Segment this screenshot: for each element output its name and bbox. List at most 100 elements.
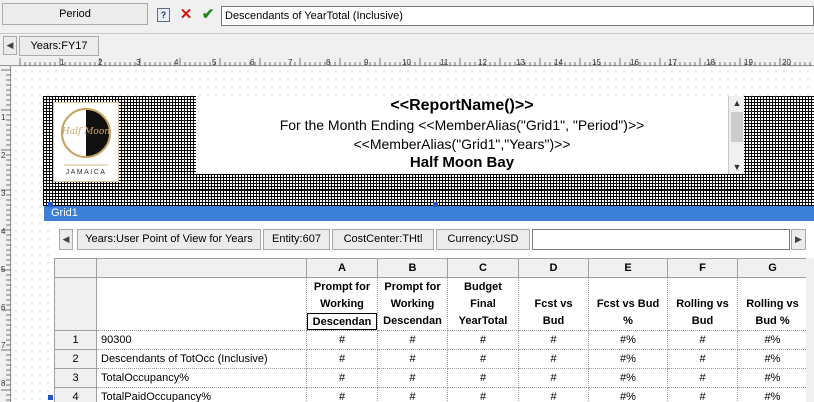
data-cell[interactable]: #% [588, 368, 668, 388]
formula-input[interactable] [221, 6, 814, 26]
column-heading-line: % [623, 315, 633, 327]
checkmark-icon[interactable]: ✔ [200, 5, 216, 25]
data-cell[interactable]: # [377, 368, 448, 388]
cancel-x-icon[interactable]: ✕ [178, 5, 194, 25]
row-label-cell[interactable]: 90300 [96, 330, 307, 350]
grid-corner[interactable] [54, 258, 97, 278]
data-cell[interactable]: # [306, 349, 378, 369]
company-logo[interactable]: Half Moon JAMAICA [53, 102, 119, 182]
row-label-column-header[interactable] [96, 258, 307, 278]
grid-pov-currency-button[interactable]: Currency:USD [436, 229, 530, 250]
column-header-e[interactable]: E [588, 258, 668, 278]
cell-name-box[interactable]: Period [2, 3, 148, 25]
data-cell[interactable]: # [667, 349, 738, 369]
data-cell[interactable]: # [518, 387, 589, 402]
header-text-scrollbar[interactable]: ▲ ▼ [728, 96, 744, 174]
data-cell[interactable]: # [447, 387, 519, 402]
column-heading-line: Prompt for [313, 281, 371, 293]
row-number-header[interactable]: 4 [54, 387, 97, 402]
data-cell[interactable]: # [667, 368, 738, 388]
grid-vertical-scrollbar[interactable] [806, 258, 814, 402]
grid-hatch-frame [43, 190, 814, 206]
column-heading-line: Budget [464, 281, 502, 293]
data-cell[interactable]: #% [737, 387, 808, 402]
selection-handle[interactable] [48, 395, 53, 400]
vertical-ruler-number: 6 [1, 303, 6, 312]
row-number-header[interactable]: 3 [54, 368, 97, 388]
grid-pov-scroll-left-icon[interactable]: ◀ [59, 229, 73, 250]
ruler-number: 6 [250, 58, 255, 66]
data-cell[interactable]: # [518, 330, 589, 350]
column-header-a[interactable]: A [306, 258, 378, 278]
column-heading-g[interactable]: Rolling vs Bud % [737, 277, 808, 331]
ruler-number: 12 [478, 58, 487, 66]
row-label-cell[interactable]: TotalOccupancy% [96, 368, 307, 388]
data-cell[interactable]: #% [737, 368, 808, 388]
column-heading-line [590, 279, 667, 296]
row-label-cell[interactable]: Descendants of TotOcc (Inclusive) [96, 349, 307, 369]
ruler-number: 4 [174, 58, 179, 66]
selection-handle[interactable] [48, 202, 53, 207]
scroll-thumb[interactable] [731, 112, 743, 142]
data-cell[interactable]: # [447, 349, 519, 369]
pov-scroll-left-icon[interactable]: ◀ [3, 36, 17, 55]
column-heading-b[interactable]: Prompt for Working Descendan [377, 277, 448, 331]
column-heading-line: Descendan [383, 315, 442, 327]
data-cell[interactable]: #% [737, 349, 808, 369]
data-cell[interactable]: #% [588, 349, 668, 369]
column-header-d[interactable]: D [518, 258, 589, 278]
data-cell[interactable]: # [306, 387, 378, 402]
ruler-number: 5 [212, 58, 217, 66]
scroll-up-icon[interactable]: ▲ [729, 96, 745, 110]
column-header-c[interactable]: C [447, 258, 519, 278]
vertical-ruler-number: 1 [1, 113, 6, 122]
column-header-g[interactable]: G [737, 258, 808, 278]
row-label-cell[interactable]: TotalPaidOccupancy% [96, 387, 307, 402]
ruler-number: 17 [668, 58, 677, 66]
data-cell[interactable]: # [377, 387, 448, 402]
grid-pov-scroll-right-icon[interactable]: ▶ [791, 229, 806, 250]
table-row: 3 TotalOccupancy% # # # # #% # #% [54, 368, 808, 388]
help-icon[interactable]: ? [157, 8, 170, 22]
vertical-ruler-number: 8 [1, 379, 6, 388]
row-number-header[interactable]: 2 [54, 349, 97, 369]
vertical-ruler-ticks: 1 2 3 4 5 6 7 8 [1, 69, 11, 401]
data-cell[interactable]: # [377, 330, 448, 350]
grid-pov-years-button[interactable]: Years:User Point of View for Years [77, 229, 261, 250]
header-text-box[interactable]: <<ReportName()>> For the Month Ending <<… [196, 96, 728, 174]
grid-pov-empty-field[interactable] [532, 229, 790, 250]
heading-row-label-cell[interactable] [96, 277, 307, 331]
selection-handle[interactable] [433, 202, 438, 207]
column-heading-c[interactable]: Budget Final YearTotal [447, 277, 519, 331]
grid-title-bar[interactable]: Grid1 [44, 206, 814, 221]
data-cell[interactable]: # [667, 330, 738, 350]
column-heading-line: Final [470, 298, 496, 310]
ruler-number: 15 [592, 58, 601, 66]
column-heading-e[interactable]: Fcst vs Bud% [588, 277, 668, 331]
column-heading-f[interactable]: Rolling vs Bud [667, 277, 738, 331]
grid-pov-costcenter-button[interactable]: CostCenter:THtl [332, 229, 434, 250]
data-cell[interactable]: # [667, 387, 738, 402]
month-ending-line: For the Month Ending <<MemberAlias("Grid… [279, 117, 645, 133]
data-cell[interactable]: # [306, 368, 378, 388]
data-cell[interactable]: # [518, 368, 589, 388]
column-header-b[interactable]: B [377, 258, 448, 278]
data-cell[interactable]: # [377, 349, 448, 369]
heading-row-corner[interactable] [54, 277, 97, 331]
scroll-down-icon[interactable]: ▼ [729, 160, 745, 174]
data-cell[interactable]: # [518, 349, 589, 369]
data-cell[interactable]: # [447, 330, 519, 350]
data-cell[interactable]: # [306, 330, 378, 350]
column-heading-a[interactable]: Prompt for Working Descendan [306, 277, 378, 331]
row-number-header[interactable]: 1 [54, 330, 97, 350]
column-heading-d[interactable]: Fcst vs Bud [518, 277, 589, 331]
column-header-f[interactable]: F [667, 258, 738, 278]
data-cell[interactable]: # [447, 368, 519, 388]
years-alias-line: <<MemberAlias("Grid1","Years")>> [353, 136, 571, 152]
column-heading-line [739, 279, 807, 296]
data-cell[interactable]: #% [588, 387, 668, 402]
pov-years-button[interactable]: Years:FY17 [19, 36, 99, 56]
grid-pov-entity-button[interactable]: Entity:607 [263, 229, 330, 250]
data-cell[interactable]: #% [588, 330, 668, 350]
data-cell[interactable]: #% [737, 330, 808, 350]
